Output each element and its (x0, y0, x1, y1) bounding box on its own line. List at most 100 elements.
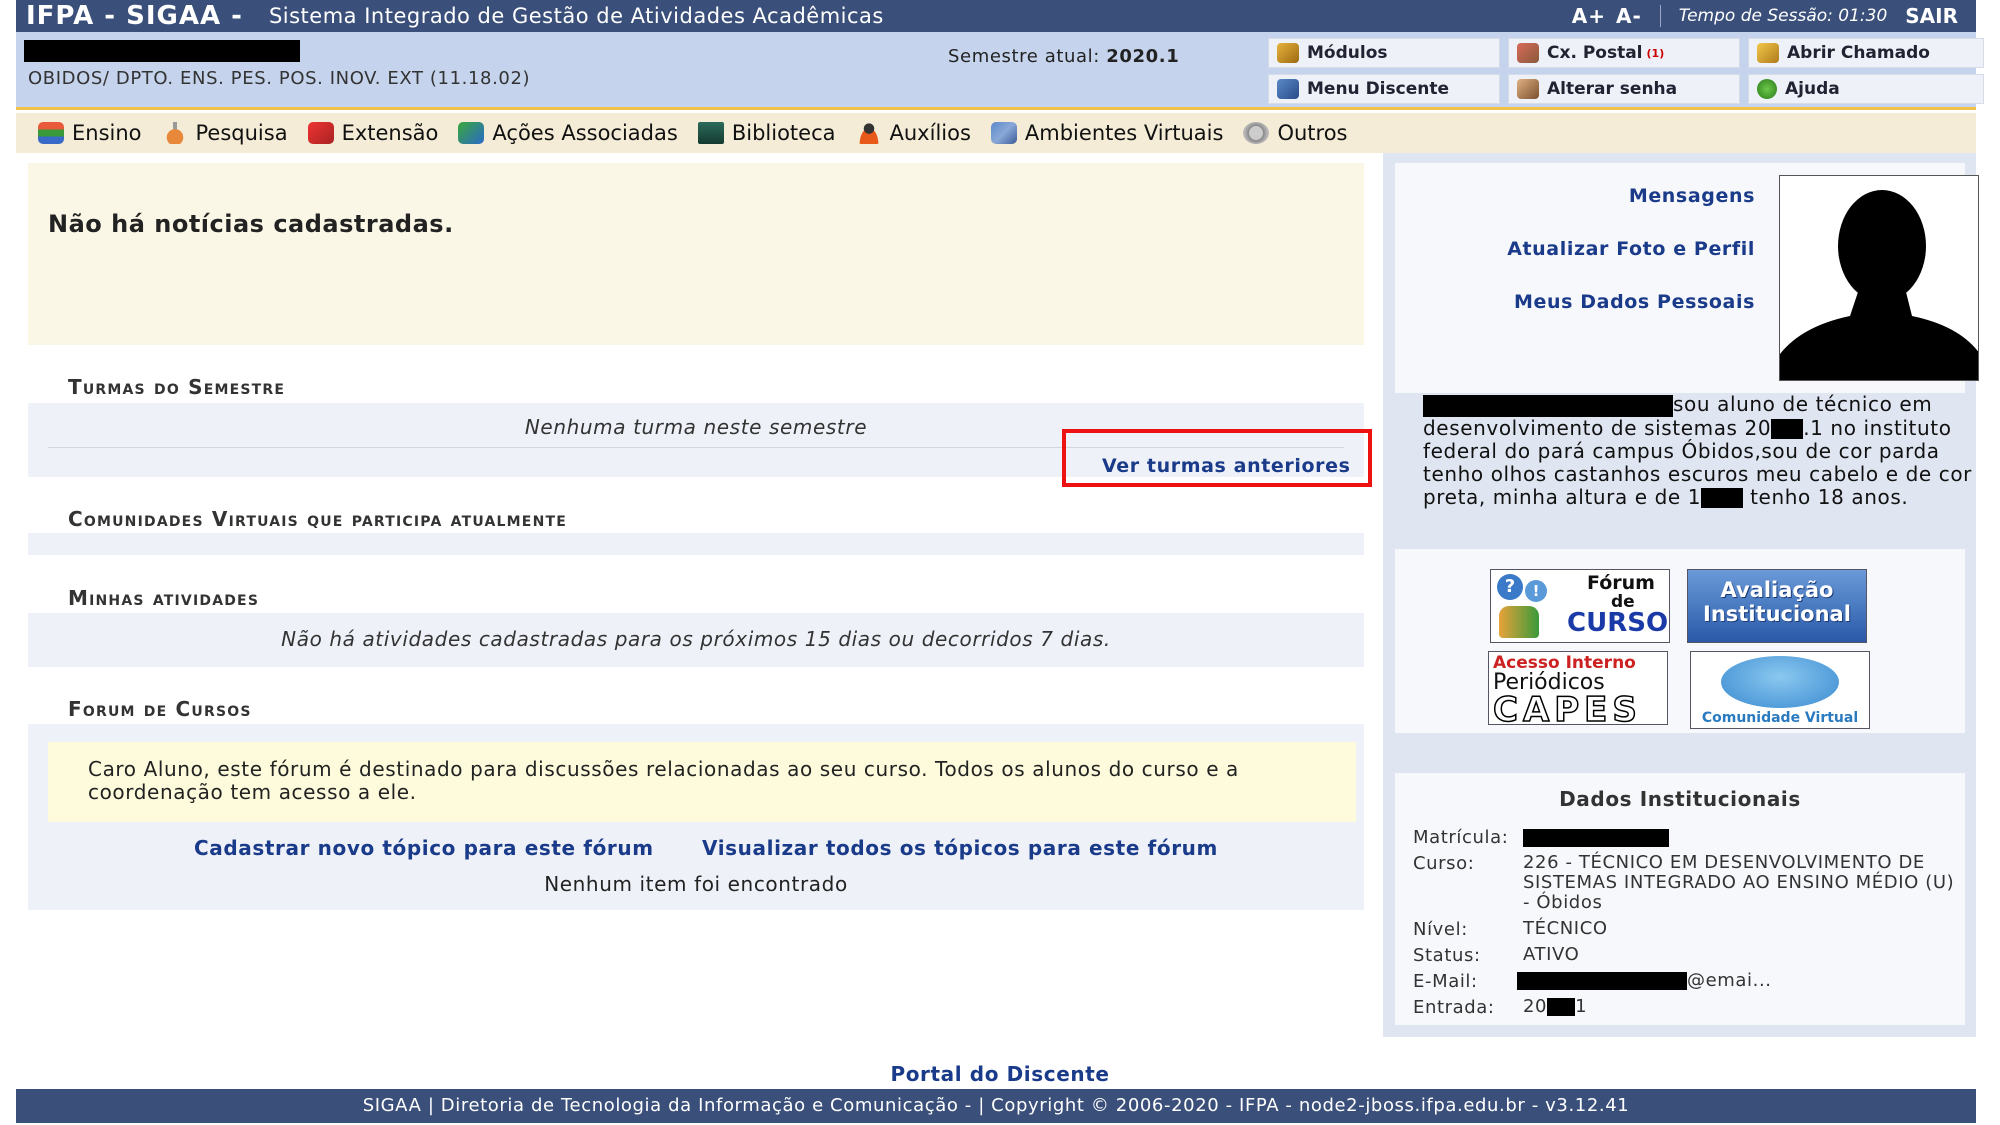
main-menu: Ensino Pesquisa Extensão Ações Associada… (16, 113, 1976, 153)
top-bar: IFPA - SIGAA - Sistema Integrado de Gest… (16, 0, 1976, 32)
menu-extensao-label: Extensão (341, 121, 439, 145)
menu-biblioteca-label: Biblioteca (731, 121, 836, 145)
semester-label: Semestre atual: (948, 46, 1100, 67)
user-unit: OBIDOS/ DPTO. ENS. PES. POS. INOV. EXT (… (28, 68, 531, 89)
forum-curso-banner[interactable]: ? ! Fórum de CURSO (1490, 569, 1670, 643)
question-icon: ? (1497, 574, 1523, 600)
cx-postal-button[interactable]: Cx. Postal (1) (1508, 38, 1740, 68)
alterar-senha-button[interactable]: Alterar senha (1508, 74, 1740, 104)
ajuda-button[interactable]: Ajuda (1748, 74, 1984, 104)
redacted-matricula (1523, 829, 1669, 847)
user-key-icon (1517, 79, 1539, 99)
logout-button[interactable]: SAIR (1905, 4, 1958, 28)
puzzle-icon (458, 122, 485, 144)
menu-acoes-associadas[interactable]: Ações Associadas (458, 121, 678, 145)
menu-ambientes-virtuais[interactable]: Ambientes Virtuais (990, 121, 1224, 145)
quick-links: Módulos Cx. Postal (1) Abrir Chamado Men… (1268, 38, 1984, 104)
books-icon (38, 122, 64, 144)
bio-part-3: tenho 18 anos. (1750, 484, 1909, 509)
forum-panel: Caro Aluno, este fórum é destinado para … (28, 724, 1364, 910)
dados-pessoais-link[interactable]: Meus Dados Pessoais (1507, 291, 1755, 313)
forum-section-title: Forum de Cursos (68, 697, 252, 721)
no-activities-message: Não há atividades cadastradas para os pr… (281, 627, 1111, 651)
comunidade-virtual-banner[interactable]: Comunidade Virtual (1690, 651, 1870, 729)
atualizar-foto-link[interactable]: Atualizar Foto e Perfil (1507, 238, 1755, 260)
menu-discente-label: Menu Discente (1307, 79, 1449, 99)
curso-value: 226 - TÉCNICO EM DESENVOLVIMENTO DE SIST… (1523, 852, 1955, 913)
entrada-suffix: 1 (1575, 996, 1588, 1017)
news-panel: Não há notícias cadastradas. (28, 163, 1364, 345)
menu-biblioteca[interactable]: Biblioteca (697, 121, 836, 145)
menu-outros-label: Outros (1277, 121, 1348, 145)
menu-ensino[interactable]: Ensino (38, 121, 142, 145)
font-increase-button[interactable]: A+ (1572, 4, 1606, 28)
menu-discente-button[interactable]: Menu Discente (1268, 74, 1500, 104)
modulos-button[interactable]: Módulos (1268, 38, 1500, 68)
system-name: Sistema Integrado de Gestão de Atividade… (268, 4, 884, 28)
sitemap-icon (1277, 79, 1299, 99)
ajuda-label: Ajuda (1785, 79, 1840, 99)
menu-acoes-label: Ações Associadas (492, 121, 678, 145)
menu-outros[interactable]: Outros (1243, 121, 1348, 145)
menu-auxilios[interactable]: Auxílios (855, 121, 971, 145)
exclamation-icon: ! (1525, 580, 1547, 602)
menu-pesquisa[interactable]: Pesquisa (161, 121, 288, 145)
profile-links: Mensagens Atualizar Foto e Perfil Meus D… (1507, 185, 1755, 344)
capes-banner[interactable]: Acesso Interno Periódicos CAPES (1488, 651, 1668, 725)
profile-bio: sou aluno de técnico em desenvolvimento … (1423, 393, 1975, 509)
banners-box: ? ! Fórum de CURSO Avaliação Institucion… (1395, 549, 1965, 733)
alterar-senha-label: Alterar senha (1547, 79, 1678, 99)
redacted-height (1701, 488, 1744, 508)
network-icon (990, 122, 1017, 144)
menu-auxilios-label: Auxílios (889, 121, 971, 145)
status-label: Status: (1413, 945, 1481, 966)
redacted-entrada (1547, 998, 1576, 1016)
highlight-box (1062, 429, 1372, 487)
curso-label: Curso: (1413, 853, 1475, 874)
profile-photo (1779, 175, 1979, 381)
mensagens-link[interactable]: Mensagens (1507, 185, 1755, 207)
mailbox-icon (1517, 43, 1539, 63)
matricula-row: Matrícula: (1413, 827, 1669, 848)
person-icon (855, 122, 882, 144)
dados-title: Dados Institucionais (1559, 787, 1801, 811)
email-label: E-Mail: (1413, 971, 1478, 992)
redacted-year (1771, 419, 1804, 439)
portal-discente-link[interactable]: Portal do Discente (0, 1062, 2000, 1086)
avaliacao-banner-text-2: Institucional (1703, 602, 1851, 626)
avaliacao-banner[interactable]: Avaliação Institucional (1687, 569, 1867, 643)
status-value: ATIVO (1523, 944, 1580, 965)
forum-banner-text-3: CURSO (1567, 608, 1669, 638)
community-bubble-icon (1721, 656, 1839, 708)
gears-icon (1243, 122, 1270, 144)
nivel-row: Nível: TÉCNICO (1413, 919, 1973, 941)
current-semester: Semestre atual: 2020.1 (948, 46, 1179, 67)
menu-extensao[interactable]: Extensão (307, 121, 439, 145)
flask-icon (161, 122, 188, 144)
heart-hands-icon (307, 122, 334, 144)
atividades-section-title: Minhas atividades (68, 586, 260, 610)
menu-ensino-label: Ensino (72, 121, 142, 145)
menu-ambientes-label: Ambientes Virtuais (1024, 121, 1224, 145)
comunidade-banner-text: Comunidade Virtual (1701, 710, 1859, 726)
unread-badge: (1) (1646, 46, 1665, 60)
divider (1659, 5, 1661, 27)
no-news-message: Não há notícias cadastradas. (48, 210, 454, 238)
abrir-chamado-button[interactable]: Abrir Chamado (1748, 38, 1984, 68)
font-decrease-button[interactable]: A- (1616, 4, 1642, 28)
avatar-silhouette-icon (1780, 176, 1978, 380)
cx-postal-label: Cx. Postal (1547, 43, 1643, 63)
new-topic-link[interactable]: Cadastrar novo tópico para este fórum (194, 836, 654, 860)
session-timer: Tempo de Sessão: 01:30 (1678, 6, 1888, 26)
redacted-email (1517, 972, 1687, 990)
profile-sidebar: Mensagens Atualizar Foto e Perfil Meus D… (1383, 153, 1979, 1037)
turmas-section-title: Turmas do Semestre (68, 375, 286, 399)
email-suffix: @emai... (1687, 970, 1772, 991)
curso-row: Curso: 226 - TÉCNICO EM DESENVOLVIMENTO … (1413, 853, 1973, 913)
dados-institucionais: Dados Institucionais Matrícula: Curso: 2… (1395, 773, 1965, 1025)
profile-box: Mensagens Atualizar Foto e Perfil Meus D… (1395, 163, 1979, 393)
view-topics-link[interactable]: Visualizar todos os tópicos para este fó… (702, 836, 1218, 860)
book-icon (697, 122, 724, 144)
matricula-label: Matrícula: (1413, 827, 1509, 848)
email-row: E-Mail: @emai... (1413, 970, 1973, 993)
